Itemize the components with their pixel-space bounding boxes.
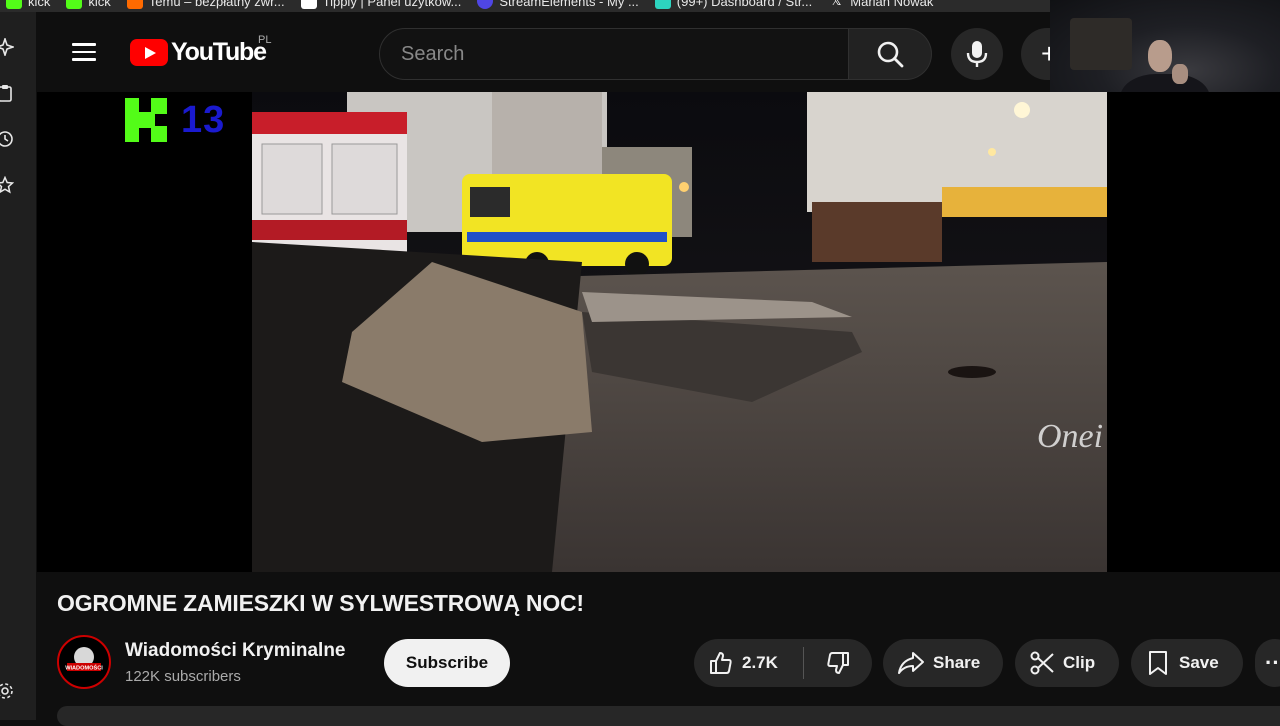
channel-avatar[interactable]: WIADOMOŚCI [57, 635, 111, 689]
bookmark-label: Temu – bezpłatny zwr... [148, 0, 285, 9]
person-head [1148, 40, 1172, 72]
like-button[interactable]: 2.7K [694, 639, 803, 687]
background-object [1070, 18, 1132, 70]
video-player[interactable]: 13 Onei [37, 92, 1280, 572]
stream-overlay-badge: 13 [125, 98, 225, 142]
subscribe-button[interactable]: Subscribe [384, 639, 510, 687]
bookmark-x-profile[interactable]: 𝕏 Marian Nowak [822, 0, 943, 12]
more-dots-icon: ··· [1265, 650, 1280, 675]
dashboard-icon [654, 0, 671, 9]
star-icon[interactable] [0, 176, 14, 194]
bookmark-label: Tipply | Panel użytkow... [322, 0, 462, 9]
tipply-icon [300, 0, 317, 9]
bookmark-icon [1149, 651, 1167, 675]
bookmark-temu[interactable]: Temu – bezpłatny zwr... [121, 0, 295, 12]
bookmarks-bar: kick kick Temu – bezpłatny zwr... Tipply… [0, 0, 1050, 12]
bookmark-label: kick [88, 0, 111, 9]
bookmark-label: (99+) Dashboard / Str... [676, 0, 813, 9]
clip-label: Clip [1063, 653, 1096, 672]
description-box[interactable] [57, 706, 1280, 726]
save-button[interactable]: Save [1131, 639, 1243, 687]
like-count: 2.7K [742, 653, 778, 672]
scissors-icon [1030, 651, 1054, 675]
microphone-icon [966, 41, 988, 67]
region-code: PL [258, 34, 272, 46]
youtube-wordmark: YouTube [171, 38, 267, 66]
more-actions-button[interactable]: ··· [1255, 639, 1280, 687]
youtube-play-icon [130, 39, 168, 66]
bookmark-kick-1[interactable]: kick [0, 0, 60, 12]
search-button[interactable] [849, 28, 932, 80]
share-button[interactable]: Share [883, 639, 1003, 687]
share-label: Share [933, 653, 981, 672]
dislike-button[interactable] [804, 639, 872, 687]
overlay-number: 13 [181, 98, 226, 141]
channel-name[interactable]: Wiadomości Kryminalne [125, 640, 346, 662]
bookmark-kick-2[interactable]: kick [60, 0, 120, 12]
search-box[interactable] [379, 28, 849, 80]
thumbs-up-icon [710, 652, 732, 674]
video-watermark: Onei [1037, 418, 1103, 455]
clip-button[interactable]: Clip [1015, 639, 1119, 687]
share-arrow-icon [898, 652, 924, 674]
channel-avatar-text: WIADOMOŚCI [65, 665, 103, 672]
streamelements-icon [477, 0, 494, 9]
video-title: OGROMNE ZAMIESZKI W SYLWESTROWĄ NOC! [57, 590, 584, 616]
person-hand [1172, 64, 1188, 84]
bookmark-streamelements[interactable]: StreamElements - My ... [471, 0, 648, 12]
search-icon [877, 41, 904, 68]
video-scene: Onei [252, 92, 1107, 572]
kick-icon [6, 0, 22, 9]
history-icon[interactable] [0, 130, 14, 148]
bookmark-label: StreamElements - My ... [499, 0, 639, 9]
youtube-logo[interactable]: YouTube PL [130, 34, 271, 67]
channel-logo-icon: WIADOMOŚCI [65, 647, 103, 672]
bookmark-label: Marian Nowak [850, 0, 934, 9]
youtube-masthead: YouTube PL + [36, 12, 1081, 92]
thumbs-down-icon [827, 652, 849, 674]
kick-icon [66, 0, 83, 9]
search-input[interactable] [380, 29, 848, 79]
temu-icon [126, 0, 143, 9]
like-dislike-group: 2.7K [694, 639, 872, 687]
menu-icon[interactable] [72, 43, 96, 61]
video-frame: Onei [252, 92, 1107, 572]
voice-search-button[interactable] [951, 28, 1003, 80]
kick-logo-icon [125, 98, 167, 142]
x-icon: 𝕏 [831, 0, 842, 8]
clipboard-icon[interactable] [0, 84, 14, 102]
bookmark-tipply[interactable]: Tipply | Panel użytkow... [295, 0, 472, 12]
bookmark-label: kick [28, 0, 51, 9]
save-label: Save [1179, 653, 1219, 672]
sparkle-icon[interactable] [0, 38, 14, 56]
settings-gear-icon[interactable] [0, 682, 14, 700]
subscriber-count: 122K subscribers [125, 668, 241, 685]
bookmark-dashboard[interactable]: (99+) Dashboard / Str... [649, 0, 822, 12]
browser-sidebar [0, 12, 36, 720]
